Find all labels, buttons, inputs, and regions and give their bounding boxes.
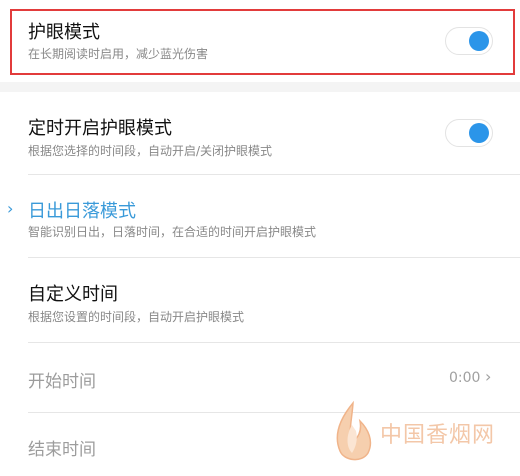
sunrise-sunset-item[interactable]: › 日出日落模式 智能识别日出，日落时间，在合适的时间开启护眼模式 xyxy=(0,175,520,257)
end-time-label: 结束时间 xyxy=(28,440,96,460)
chevron-right-icon: › xyxy=(7,199,14,218)
start-time-label: 开始时间 xyxy=(28,372,96,392)
toggle-knob xyxy=(469,123,489,143)
chevron-right-icon: › xyxy=(485,367,492,386)
watermark-text: 中国香烟网 xyxy=(380,423,496,448)
sunrise-sunset-title: 日出日落模式 xyxy=(28,201,136,222)
start-time-value: 0:00 xyxy=(449,370,481,386)
watermark: 中国香烟网 xyxy=(330,395,520,475)
flame-logo-icon xyxy=(336,400,372,461)
scheduled-title: 定时开启护眼模式 xyxy=(28,118,172,139)
scheduled-toggle[interactable] xyxy=(445,119,493,147)
sunrise-sunset-subtitle: 智能识别日出，日落时间，在合适的时间开启护眼模式 xyxy=(28,225,317,239)
custom-time-item[interactable]: 自定义时间 根据您设置的时间段，自动开启护眼模式 xyxy=(0,258,520,340)
scheduled-subtitle: 根据您选择的时间段，自动开启/关闭护眼模式 xyxy=(28,144,273,158)
custom-time-subtitle: 根据您设置的时间段，自动开启护眼模式 xyxy=(28,310,245,324)
custom-time-title: 自定义时间 xyxy=(28,284,118,305)
highlight-box xyxy=(10,9,515,75)
